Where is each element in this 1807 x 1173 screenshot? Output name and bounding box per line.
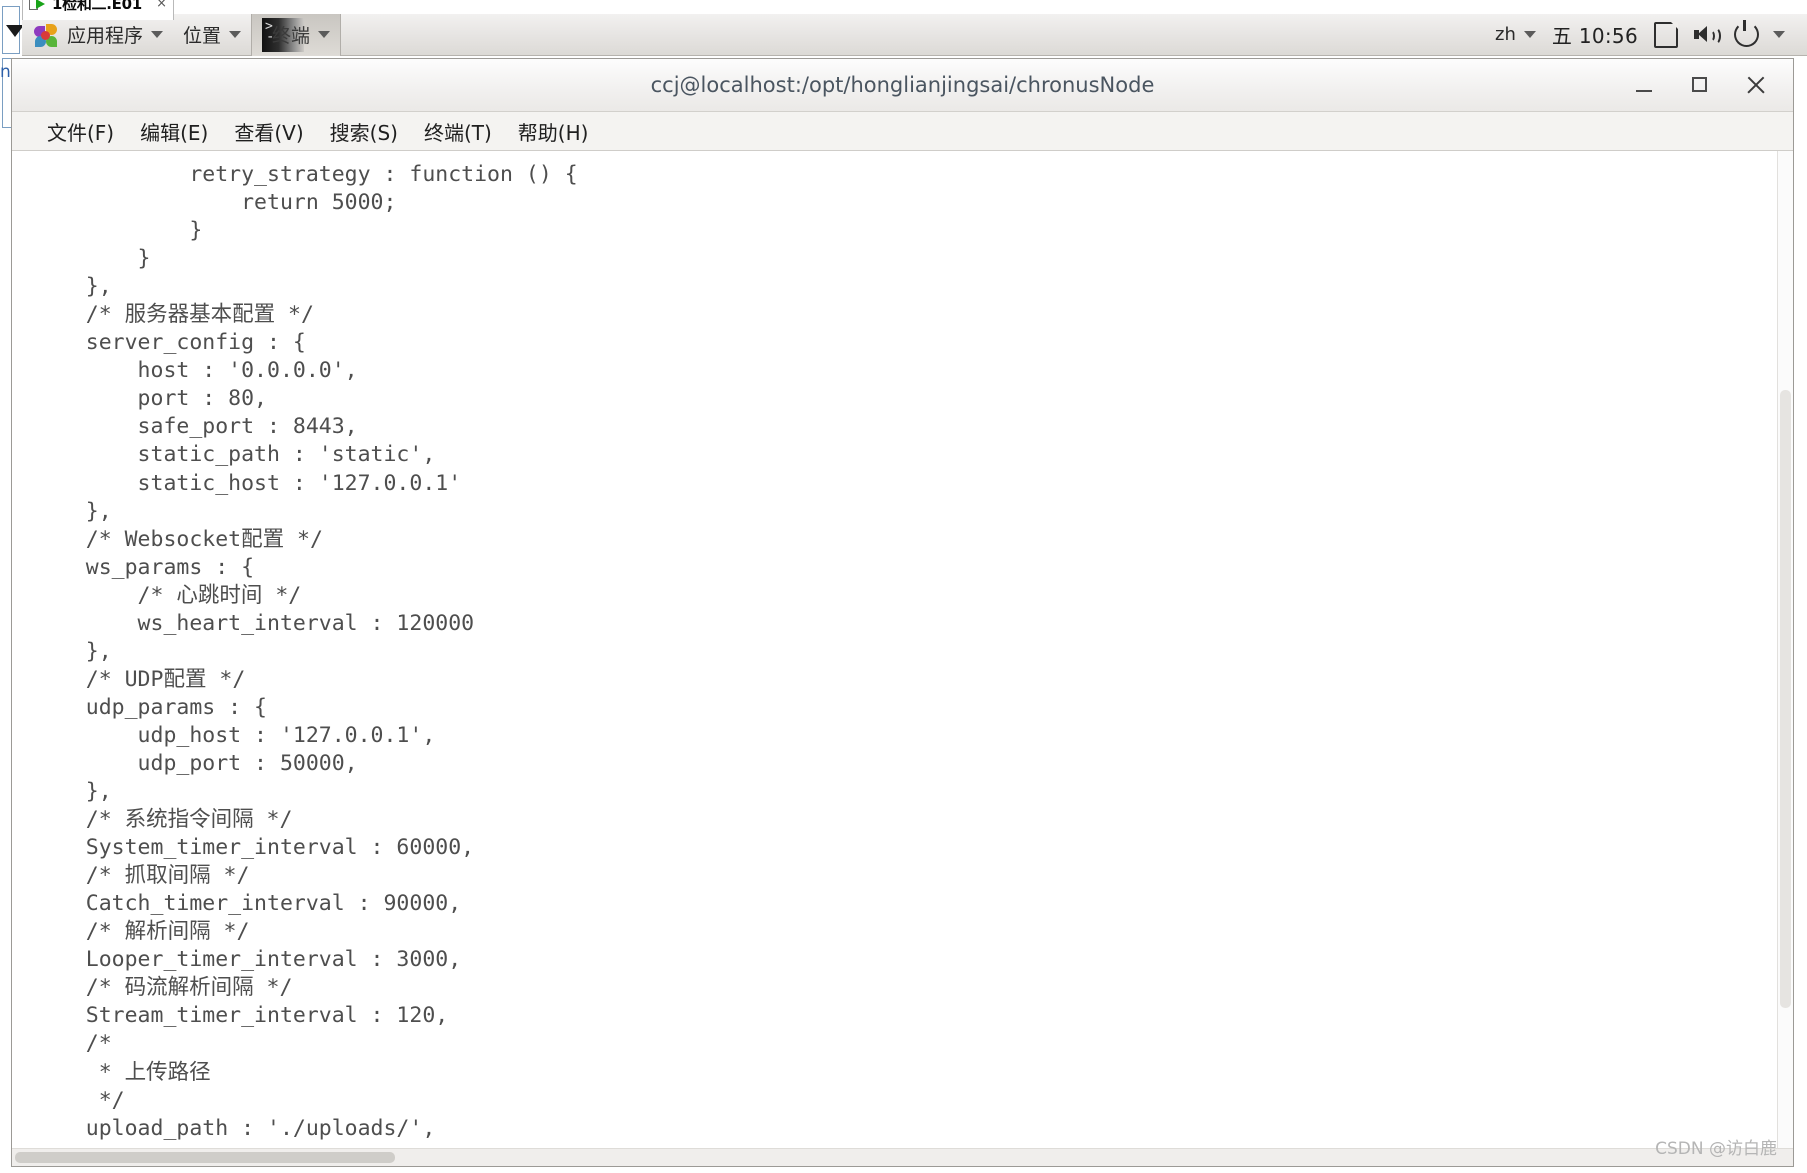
volume-icon [1694, 25, 1721, 45]
terminal-title: ccj@localhost:/opt/honglianjingsai/chron… [650, 73, 1155, 97]
menu-terminal[interactable]: 终端(T) [411, 117, 505, 146]
minimize-button[interactable] [1633, 74, 1655, 96]
menu-search[interactable]: 搜索(S) [317, 117, 411, 146]
terminal-titlebar[interactable]: ccj@localhost:/opt/honglianjingsai/chron… [12, 59, 1793, 112]
desktop-panel: 应用程序 位置 终端 zh 五 10:56 [22, 13, 1807, 56]
floating-file-tab-label: 1检和二.E01 [52, 0, 142, 13]
terminal-horizontal-scrollbar[interactable] [12, 1148, 1793, 1166]
menu-file[interactable]: 文件(F) [34, 117, 127, 146]
display-icon [1654, 21, 1678, 48]
menu-view[interactable]: 查看(V) [221, 117, 316, 146]
volume-indicator[interactable] [1686, 14, 1726, 56]
scrollbar-thumb[interactable] [15, 1152, 395, 1163]
close-icon[interactable]: × [151, 0, 167, 11]
terminal-vertical-scrollbar[interactable] [1777, 151, 1793, 1148]
background-window-box-top [2, 6, 24, 54]
panel-menu-applications-label: 应用程序 [67, 25, 144, 47]
terminal-output[interactable]: retry_strategy : function () { return 50… [12, 151, 1777, 1148]
chevron-down-icon [318, 31, 331, 38]
panel-window-terminal[interactable]: 终端 [251, 13, 342, 56]
chevron-down-icon [151, 31, 164, 38]
window-controls [1633, 74, 1793, 96]
power-icon [1734, 20, 1759, 47]
chevron-down-icon [1773, 31, 1785, 38]
panel-menu-places[interactable]: 位置 [173, 14, 251, 56]
chevron-down-icon [229, 31, 242, 38]
menu-edit[interactable]: 编辑(E) [127, 117, 221, 146]
menu-help[interactable]: 帮助(H) [505, 117, 602, 146]
panel-window-terminal-label: 终端 [272, 25, 311, 47]
applications-icon [34, 23, 58, 47]
close-button[interactable] [1745, 74, 1767, 96]
panel-status-area: zh 五 10:56 [1487, 14, 1807, 56]
display-indicator[interactable] [1646, 14, 1686, 56]
terminal-window: ccj@localhost:/opt/honglianjingsai/chron… [11, 58, 1794, 1167]
keyboard-layout-label: zh [1495, 24, 1516, 45]
terminal-menubar: 文件(F) 编辑(E) 查看(V) 搜索(S) 终端(T) 帮助(H) [12, 112, 1793, 151]
clock-label: 五 10:56 [1551, 24, 1638, 48]
keyboard-layout-indicator[interactable]: zh [1487, 14, 1544, 56]
watermark: CSDN @访白鹿 [1655, 1139, 1777, 1159]
terminal-body[interactable]: retry_strategy : function () { return 50… [12, 151, 1793, 1148]
system-menu[interactable] [1726, 14, 1793, 56]
scrollbar-thumb[interactable] [1780, 390, 1791, 1009]
maximize-button[interactable] [1689, 74, 1711, 96]
chevron-down-icon [1523, 31, 1536, 38]
floating-file-tab[interactable]: 1检和二.E01 × [22, 0, 174, 20]
panel-menu-places-label: 位置 [183, 25, 222, 47]
clock[interactable]: 五 10:56 [1544, 14, 1646, 56]
video-file-icon [29, 0, 47, 12]
